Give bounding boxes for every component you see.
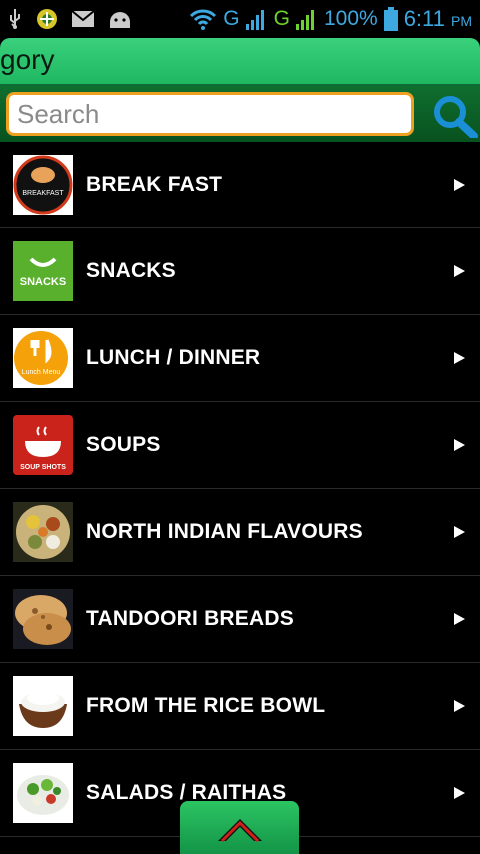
snacks-thumbnail: SNACKS <box>13 241 73 301</box>
wifi-icon <box>190 9 217 30</box>
list-item-label: FROM THE RICE BOWL <box>86 694 326 717</box>
svg-text:SNACKS: SNACKS <box>20 276 66 288</box>
list-item-rice-bowl[interactable]: FROM THE RICE BOWL <box>0 663 480 750</box>
chevron-up-icon <box>218 819 262 843</box>
page-title: gory <box>0 44 55 75</box>
mail-icon <box>72 11 94 27</box>
battery-percent: 100% <box>323 7 378 30</box>
signal-icon <box>245 10 264 30</box>
chevron-right-icon <box>454 178 465 191</box>
search-button[interactable] <box>432 94 480 140</box>
list-item-tandoori-breads[interactable]: TANDOORI BREADS <box>0 576 480 663</box>
list-item-breakfast[interactable]: BREAKFAST BREAK FAST <box>0 142 480 228</box>
salads-thumbnail <box>13 763 73 823</box>
chevron-right-icon <box>454 439 465 451</box>
chevron-right-icon <box>454 700 465 712</box>
app-icon <box>37 9 57 29</box>
network-type-2: G <box>273 7 290 30</box>
scroll-up-button[interactable] <box>180 801 299 854</box>
svg-text:Lunch Menu: Lunch Menu <box>22 369 61 376</box>
title-bar: gory <box>0 38 480 86</box>
search-bar <box>0 86 480 142</box>
list-item-snacks[interactable]: SNACKS SNACKS <box>0 228 480 315</box>
list-item-label: SNACKS <box>86 259 176 282</box>
list-item-label: SOUPS <box>86 433 161 456</box>
list-item-lunch-dinner[interactable]: Lunch Menu LUNCH / DINNER <box>0 315 480 402</box>
list-item-label: BREAK FAST <box>86 172 223 196</box>
list-item-label: TANDOORI BREADS <box>86 607 294 630</box>
lunch-dinner-thumbnail: Lunch Menu <box>13 328 73 388</box>
network-type-1: G <box>223 7 240 30</box>
chevron-right-icon <box>454 265 465 277</box>
chevron-right-icon <box>454 526 465 538</box>
svg-text:SOUP SHOTS: SOUP SHOTS <box>20 464 66 471</box>
chevron-right-icon <box>454 352 465 364</box>
android-icon <box>110 12 130 28</box>
rice-bowl-thumbnail <box>13 676 73 736</box>
search-icon <box>434 96 478 140</box>
status-bar: G G 100% 6:11 PM <box>0 0 480 38</box>
clock: 6:11 PM <box>403 6 472 31</box>
battery-icon <box>383 7 398 31</box>
usb-icon <box>10 9 20 29</box>
soups-thumbnail: SOUP SHOTS <box>13 415 73 475</box>
chevron-right-icon <box>454 787 465 799</box>
list-item-label: LUNCH / DINNER <box>86 346 261 369</box>
svg-text:BREAKFAST: BREAKFAST <box>22 190 64 197</box>
search-input[interactable] <box>6 92 414 136</box>
breakfast-thumbnail: BREAKFAST <box>13 154 73 215</box>
list-item-label: NORTH INDIAN FLAVOURS <box>86 520 363 543</box>
north-indian-thumbnail <box>13 502 73 562</box>
chevron-right-icon <box>454 613 465 625</box>
list-item-north-indian[interactable]: NORTH INDIAN FLAVOURS <box>0 489 480 576</box>
list-item-soups[interactable]: SOUP SHOTS SOUPS <box>0 402 480 489</box>
signal-icon-2 <box>295 10 314 30</box>
category-list: BREAKFAST BREAK FAST SNACKS SNACKS Lunch… <box>0 142 480 854</box>
tandoori-breads-thumbnail <box>13 589 73 649</box>
